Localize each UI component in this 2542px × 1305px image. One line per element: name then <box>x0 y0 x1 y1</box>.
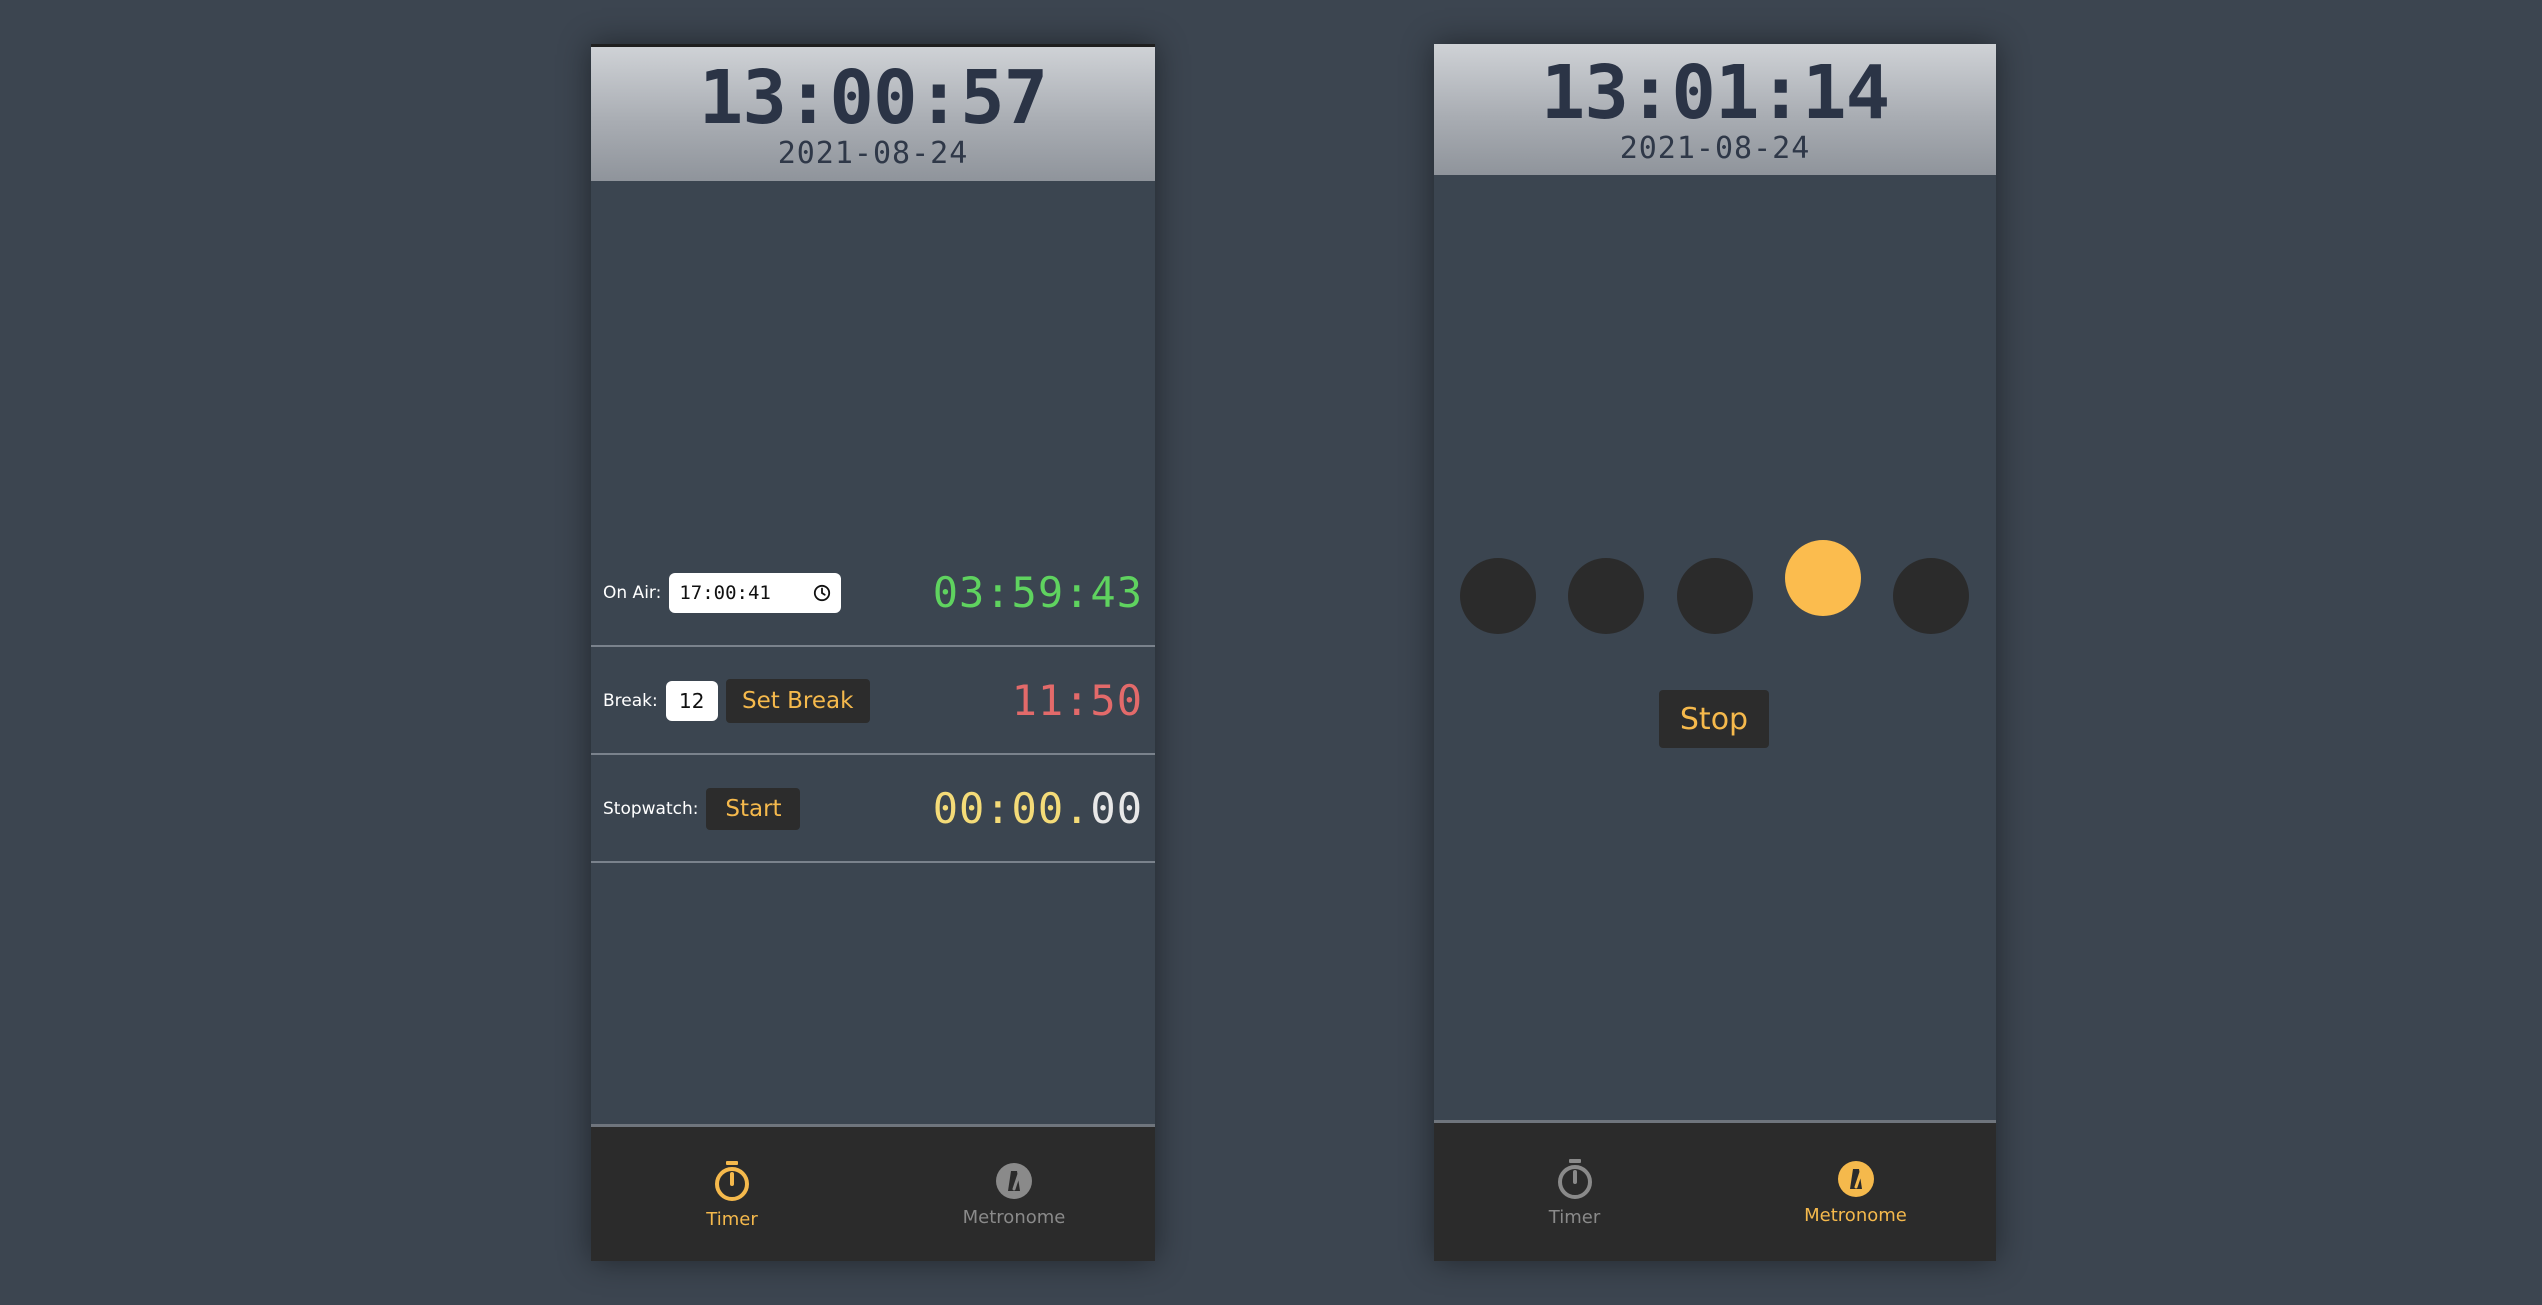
current-time: 13:00:57 <box>698 55 1048 141</box>
nav-tab-timer[interactable]: Timer <box>591 1127 873 1261</box>
beat-indicator <box>1677 558 1753 634</box>
stopwatch-time-main: 00:00. <box>932 783 1091 833</box>
break-label: Break: <box>603 690 658 711</box>
metronome-screen: 13:01:14 2021-08-24 Stop Timer Metronome <box>1434 44 1996 1261</box>
stopwatch-row: Stopwatch: Start 00:00.00 <box>591 756 1155 863</box>
break-minutes-input[interactable]: 12 <box>665 680 718 721</box>
nav-tab-timer[interactable]: Timer <box>1434 1123 1715 1261</box>
bottom-nav: Timer Metronome <box>591 1124 1155 1261</box>
nav-label-metronome: Metronome <box>962 1206 1066 1228</box>
stopwatch-display: 00:00.00 <box>933 787 1143 830</box>
current-time: 13:01:14 <box>1540 50 1890 136</box>
beat-indicator <box>1460 558 1536 634</box>
break-row: Break: 12 Set Break 11:50 <box>591 648 1155 755</box>
nav-tab-metronome[interactable]: Metronome <box>873 1127 1155 1261</box>
stopwatch-icon <box>715 1160 749 1201</box>
start-button[interactable]: Start <box>706 787 801 830</box>
clock-icon[interactable] <box>813 584 831 602</box>
metronome-icon <box>996 1162 1032 1199</box>
timer-screen: 13:00:57 2021-08-24 On Air: 17:00:41 03:… <box>591 44 1155 1261</box>
clock-header: 13:01:14 2021-08-24 <box>1434 44 1996 175</box>
break-countdown: 11:50 <box>1011 675 1143 725</box>
nav-label-timer: Timer <box>1548 1206 1601 1228</box>
nav-tab-metronome[interactable]: Metronome <box>1715 1123 1996 1261</box>
stopwatch-label: Stopwatch: <box>603 798 699 819</box>
metronome-icon <box>1837 1160 1874 1197</box>
bottom-nav: Timer Metronome <box>1434 1120 1996 1261</box>
stopwatch-icon <box>1557 1158 1592 1199</box>
nav-label-timer: Timer <box>706 1208 758 1230</box>
on-air-row: On Air: 17:00:41 03:59:43 <box>591 540 1155 647</box>
on-air-time-value: 17:00:41 <box>679 581 771 604</box>
beat-indicator <box>1568 558 1644 634</box>
set-break-button[interactable]: Set Break <box>725 678 870 723</box>
current-date: 2021-08-24 <box>777 136 969 171</box>
stopwatch-time-fraction: 00 <box>1090 783 1143 833</box>
beat-indicator <box>1893 558 1969 634</box>
stop-button[interactable]: Stop <box>1659 690 1769 748</box>
current-date: 2021-08-24 <box>1619 131 1811 166</box>
clock-header: 13:00:57 2021-08-24 <box>591 44 1155 181</box>
nav-label-metronome: Metronome <box>1804 1204 1907 1226</box>
on-air-countdown: 03:59:43 <box>932 567 1143 617</box>
on-air-label: On Air: <box>603 582 662 603</box>
beat-indicator-active <box>1785 540 1861 616</box>
on-air-time-input[interactable]: 17:00:41 <box>669 572 842 613</box>
